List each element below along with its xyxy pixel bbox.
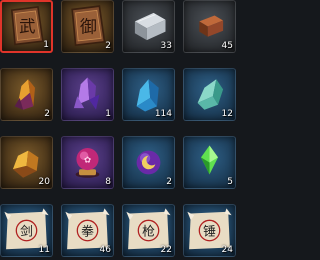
inventory-slot-teal-crystal[interactable]: 12 bbox=[183, 68, 236, 121]
scroll-glyph: 锤 bbox=[203, 225, 216, 240]
inventory-slot-moon-orb[interactable]: 2 bbox=[122, 136, 175, 189]
item-quantity: 46 bbox=[99, 245, 111, 255]
item-quantity: 8 bbox=[105, 177, 111, 187]
item-quantity: 5 bbox=[227, 177, 233, 187]
item-quantity: 2 bbox=[44, 109, 50, 119]
scroll-glyph: 剑 bbox=[20, 224, 33, 240]
inventory-slot-sword-scroll[interactable]: 剑 11 bbox=[0, 204, 53, 257]
item-quantity: 11 bbox=[38, 245, 50, 255]
item-quantity: 2 bbox=[166, 177, 172, 187]
item-quantity: 22 bbox=[160, 245, 172, 255]
item-quantity: 20 bbox=[38, 177, 50, 187]
item-quantity: 24 bbox=[221, 245, 233, 255]
item-quantity: 33 bbox=[160, 41, 172, 51]
inventory-grid: 武 1 御 2 33 45 2 1 114 12 20 ✿ 8 2 5 剑 11… bbox=[0, 0, 240, 260]
item-quantity: 1 bbox=[105, 109, 111, 119]
inventory-slot-defense-token[interactable]: 御 2 bbox=[61, 0, 114, 53]
inventory-slot-hammer-scroll[interactable]: 锤 24 bbox=[183, 204, 236, 257]
item-quantity: 114 bbox=[154, 109, 172, 119]
inventory-slot-orange-ore[interactable]: 2 bbox=[0, 68, 53, 121]
scroll-glyph: 拳 bbox=[81, 224, 94, 240]
inventory-slot-fist-scroll[interactable]: 拳 46 bbox=[61, 204, 114, 257]
inventory-slot-silver-ingot[interactable]: 33 bbox=[122, 0, 175, 53]
inventory-slot-spear-scroll[interactable]: 枪 22 bbox=[122, 204, 175, 257]
token-glyph: 武 bbox=[19, 17, 35, 36]
item-quantity: 1 bbox=[43, 40, 49, 50]
inventory-slot-purple-orb[interactable]: ✿ 8 bbox=[61, 136, 114, 189]
svg-text:✿: ✿ bbox=[84, 156, 91, 166]
inventory-slot-martial-token[interactable]: 武 1 bbox=[0, 0, 53, 53]
inventory-slot-gold-ore[interactable]: 20 bbox=[0, 136, 53, 189]
inventory-slot-green-crystal[interactable]: 5 bbox=[183, 136, 236, 189]
item-quantity: 2 bbox=[105, 41, 111, 51]
item-quantity: 45 bbox=[221, 41, 233, 51]
inventory-slot-purple-crystal[interactable]: 1 bbox=[61, 68, 114, 121]
inventory-slot-blue-crystal[interactable]: 114 bbox=[122, 68, 175, 121]
token-glyph: 御 bbox=[80, 17, 97, 37]
item-quantity: 12 bbox=[221, 109, 233, 119]
scroll-glyph: 枪 bbox=[142, 224, 155, 240]
inventory-slot-copper-brick[interactable]: 45 bbox=[183, 0, 236, 53]
